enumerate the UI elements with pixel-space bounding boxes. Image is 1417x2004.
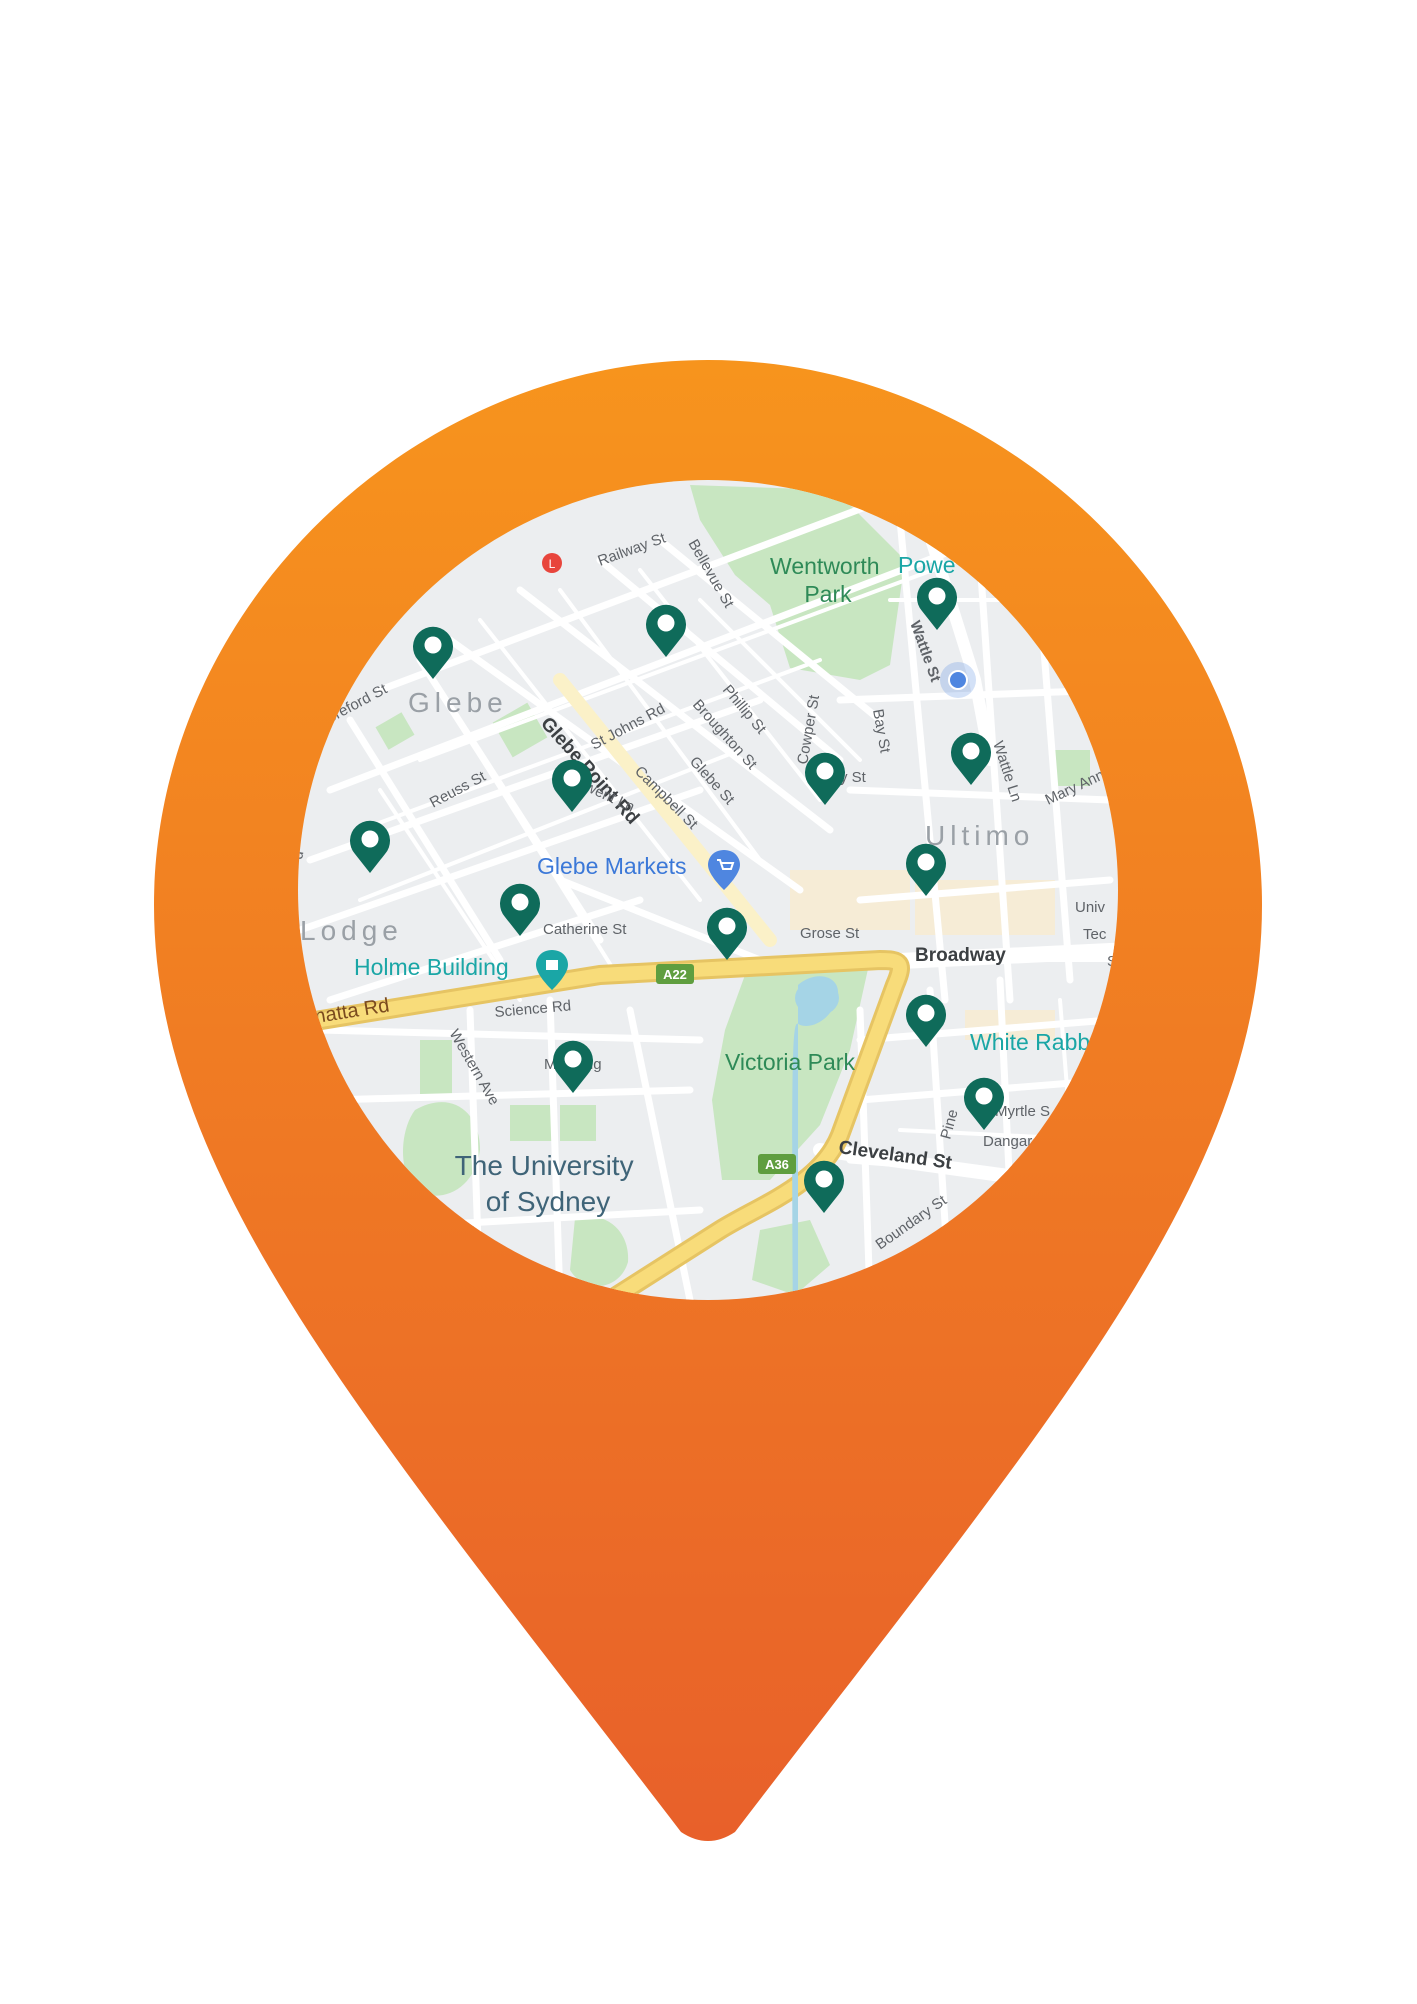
road-shield-a36: A36 — [758, 1154, 796, 1174]
light-rail-icon: L — [542, 553, 562, 573]
park-patch-7 — [510, 1105, 552, 1141]
district-lodge: Lodge — [300, 915, 403, 946]
svg-text:L: L — [549, 557, 556, 571]
label-catherine-st: Catherine St — [543, 921, 627, 938]
svg-text:A22: A22 — [663, 967, 687, 982]
park-patch-8 — [560, 1105, 596, 1141]
district-ultimo: Ultimo — [925, 820, 1034, 851]
label-wentworth-line2: Park — [804, 581, 852, 607]
road-shield-a22: A22 — [656, 964, 694, 984]
pond-shape — [795, 980, 839, 1016]
label-grose-st: Grose St — [800, 925, 860, 942]
current-location-dot — [940, 662, 976, 698]
label-myrtle-st: Myrtle S — [995, 1103, 1050, 1120]
park-patch-6 — [420, 1040, 452, 1095]
label-white-rabbit: White Rabb — [970, 1029, 1090, 1055]
label-uts-line2: Tec — [1083, 926, 1107, 943]
district-glebe: Glebe — [408, 687, 508, 718]
label-victoria-park: Victoria Park — [725, 1049, 855, 1075]
label-holme-building: Holme Building — [354, 954, 509, 980]
label-broadway: Broadway — [915, 945, 1006, 966]
label-glebe-markets: Glebe Markets — [537, 853, 687, 879]
svg-text:A36: A36 — [765, 1157, 789, 1172]
label-uts-line1: Univ — [1075, 899, 1106, 916]
label-wentworth-line1: Wentworth — [770, 553, 880, 579]
map-location-graphic: L Railway St Bellevue St St Johns Rd Phi… — [154, 360, 1262, 1841]
label-university-line2: of Sydney — [486, 1186, 611, 1217]
label-dangar: Dangar — [983, 1133, 1032, 1150]
label-university-line1: The University — [455, 1150, 634, 1181]
